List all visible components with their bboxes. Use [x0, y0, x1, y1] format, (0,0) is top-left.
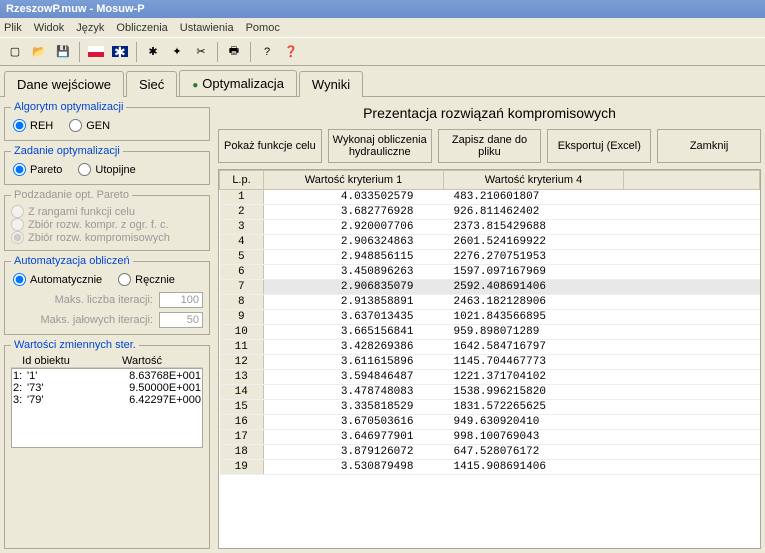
table-row[interactable]: 153.3358185291831.572265625 [220, 400, 760, 415]
radio-subpareto-opts-2 [11, 231, 24, 244]
run-black-icon[interactable]: ✱ [142, 41, 164, 63]
table-row[interactable]: 133.5948464871221.371704102 [220, 370, 760, 385]
menu-obliczenia[interactable]: Obliczenia [116, 22, 167, 34]
input-max-iter[interactable] [159, 292, 203, 308]
groupbox-auto: Automatyzacja obliczeń Automatycznie Ręcz… [4, 255, 210, 335]
tab-2[interactable]: Optymalizacja [179, 70, 297, 96]
radio-label: Pareto [30, 164, 62, 176]
ster-list[interactable]: 1:'1'8.63768E+0012:'73'9.50000E+0013:'79… [11, 368, 203, 448]
table-row[interactable]: 63.4508962631597.097167969 [220, 265, 760, 280]
radio-auto-opts-0[interactable] [13, 273, 26, 286]
ster-col-id: Id obiektu [11, 355, 81, 367]
label-idle-iter: Maks. jałowych iteracji: [41, 314, 153, 326]
menu-ustawienia[interactable]: Ustawienia [180, 22, 234, 34]
button-2[interactable]: Zapisz dane do pliku [438, 129, 542, 163]
table-row[interactable]: 173.646977901998.100769043 [220, 430, 760, 445]
button-1[interactable]: Wykonaj obliczenia hydrauliczne [328, 129, 432, 163]
ster-col-val: Wartość [81, 355, 203, 367]
print-icon[interactable]: 🖶 [223, 41, 245, 63]
groupbox-task: Zadanie optymalizacji Pareto Utopijne [4, 145, 210, 185]
flag-pl-icon[interactable] [85, 41, 107, 63]
ster-row[interactable]: 1:'1'8.63768E+001 [13, 370, 201, 382]
run-cut-icon[interactable]: ✂ [190, 41, 212, 63]
table-row[interactable]: 52.9488561152276.270751953 [220, 250, 760, 265]
legend-ster: Wartości zmiennych ster. [11, 339, 139, 351]
menu-plik[interactable]: Plik [4, 22, 22, 34]
input-idle-iter[interactable] [159, 312, 203, 328]
table-row[interactable]: 42.9063248632601.524169922 [220, 235, 760, 250]
menu-widok[interactable]: Widok [34, 22, 65, 34]
menu-pomoc[interactable]: Pomoc [246, 22, 280, 34]
table-row[interactable]: 23.682776928926.811462402 [220, 205, 760, 220]
ster-row[interactable]: 2:'73'9.50000E+001 [13, 382, 201, 394]
legend-auto: Automatyzacja obliczeń [11, 255, 133, 267]
tab-0[interactable]: Dane wejściowe [4, 71, 124, 97]
radio-subpareto-opts-1 [11, 218, 24, 231]
table-row[interactable]: 143.4787480831538.996215820 [220, 385, 760, 400]
radio-subpareto-opts-0 [11, 205, 24, 218]
menu-język[interactable]: Język [76, 22, 104, 34]
groupbox-algorithm: Algorytm optymalizacji REH GEN [4, 101, 210, 141]
radio-label: Ręcznie [135, 274, 175, 286]
button-0[interactable]: Pokaż funkcje celu [218, 129, 322, 163]
groupbox-ster: Wartości zmiennych ster. Id obiektu Wart… [4, 339, 210, 549]
ster-row[interactable]: 3:'79'6.42297E+000 [13, 394, 201, 406]
radio-task-opts-1[interactable] [78, 163, 91, 176]
radio-auto-opts-1[interactable] [118, 273, 131, 286]
toolbar: ▢📂💾 ✱✦✂ 🖶?❓ [0, 38, 765, 66]
help-ex-icon[interactable]: ❓ [280, 41, 302, 63]
radio-task-opts-0[interactable] [13, 163, 26, 176]
table-row[interactable]: 32.9200077062373.815429688 [220, 220, 760, 235]
panel-title: Prezentacja rozwiązań kompromisowych [218, 105, 761, 121]
radio-label: GEN [86, 120, 110, 132]
radio-algo-opts-1[interactable] [69, 119, 82, 132]
printer-icon[interactable]: ✦ [166, 41, 188, 63]
table-row[interactable]: 93.6370134351021.843566895 [220, 310, 760, 325]
radio-label: Zbiór rozw. kompromisowych [28, 232, 170, 244]
open-icon[interactable]: 📂 [28, 41, 50, 63]
table-row[interactable]: 72.9068350792592.408691406 [220, 280, 760, 295]
col-header-2[interactable]: Wartość kryterium 4 [444, 171, 624, 190]
button-3[interactable]: Eksportuj (Excel) [547, 129, 651, 163]
legend-subpareto: Podzadanie opt. Pareto [11, 189, 132, 201]
save-icon[interactable]: 💾 [52, 41, 74, 63]
radio-label: Zbiór rozw. kompr. z ogr. f. c. [28, 219, 169, 231]
radio-label: Z rangami funkcji celu [28, 206, 135, 218]
col-header-1[interactable]: Wartość kryterium 1 [264, 171, 444, 190]
table-row[interactable]: 113.4282693861642.584716797 [220, 340, 760, 355]
table-row[interactable]: 123.6116158961145.704467773 [220, 355, 760, 370]
col-header-0[interactable]: L.p. [220, 171, 264, 190]
tab-3[interactable]: Wyniki [299, 71, 363, 97]
radio-algo-opts-0[interactable] [13, 119, 26, 132]
menubar: Plik Widok Język Obliczenia Ustawienia Pomoc [0, 18, 765, 38]
window-titlebar: RzeszowP.muw - Mosuw-P [0, 0, 765, 18]
groupbox-subpareto: Podzadanie opt. Pareto Z rangami funkcji… [4, 189, 210, 251]
radio-label: Utopijne [95, 164, 135, 176]
results-grid[interactable]: L.p.Wartość kryterium 1Wartość kryterium… [218, 169, 761, 549]
legend-task: Zadanie optymalizacji [11, 145, 123, 157]
radio-label: Automatycznie [30, 274, 102, 286]
help-q-icon[interactable]: ? [256, 41, 278, 63]
flag-uk-icon[interactable] [109, 41, 131, 63]
radio-label: REH [30, 120, 53, 132]
new-icon[interactable]: ▢ [4, 41, 26, 63]
tab-strip: Dane wejścioweSiećOptymalizacjaWyniki [0, 66, 765, 96]
table-row[interactable]: 82.9138588912463.182128906 [220, 295, 760, 310]
table-row[interactable]: 193.5308794981415.908691406 [220, 460, 760, 475]
table-row[interactable]: 103.665156841959.898071289 [220, 325, 760, 340]
table-row[interactable]: 14.033502579483.210601807 [220, 190, 760, 205]
legend-algorithm: Algorytm optymalizacji [11, 101, 126, 113]
button-4[interactable]: Zamknij [657, 129, 761, 163]
table-row[interactable]: 163.670503616949.630920410 [220, 415, 760, 430]
table-row[interactable]: 183.879126072647.528076172 [220, 445, 760, 460]
label-max-iter: Maks. liczba iteracji: [55, 294, 153, 306]
tab-1[interactable]: Sieć [126, 71, 177, 97]
